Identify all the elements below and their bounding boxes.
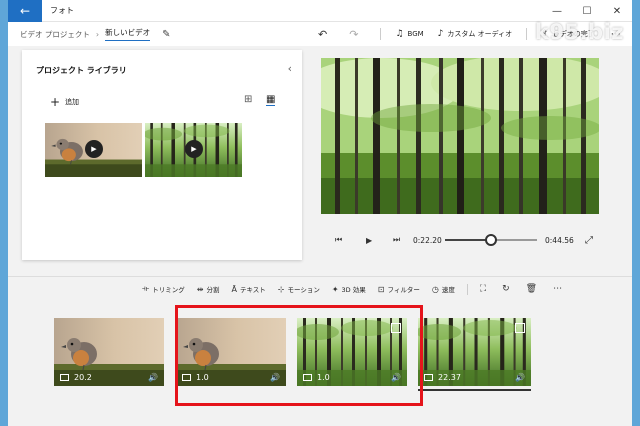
playback-controls: ⏮ ▶ ⏭ 0:22.20 0:44.56 ⤢	[321, 230, 599, 250]
speed-label: 速度	[441, 286, 455, 294]
app-title: フォト	[50, 6, 74, 15]
resize-icon[interactable]: ⛶	[480, 284, 486, 294]
total-time: 0:44.56	[545, 235, 574, 245]
video-preview[interactable]	[321, 58, 599, 214]
play-icon: ▶	[185, 140, 203, 158]
toolbar-divider	[380, 28, 382, 40]
library-title: プロジェクト ライブラリ	[36, 66, 127, 75]
clip-select-checkbox[interactable]	[515, 323, 525, 333]
custom-audio-button[interactable]: ♪ カスタム オーディオ	[438, 29, 513, 39]
maximize-button[interactable]: ☐	[572, 0, 602, 22]
text-icon: Ā	[231, 284, 237, 294]
trim-button[interactable]: ⟛ トリミング	[142, 284, 185, 294]
current-time: 0:22.20	[413, 235, 442, 245]
toolbar-divider	[526, 28, 528, 40]
3d-effects-button[interactable]: ✦ 3D 効果	[331, 284, 366, 295]
seek-thumb[interactable]	[485, 234, 497, 246]
trim-icon: ⟛	[142, 284, 150, 293]
chevron-right-icon: ›	[95, 29, 100, 39]
clip-duration: 22.37	[438, 372, 461, 382]
play-icon: ▶	[85, 140, 103, 158]
music-note-icon: ♫	[395, 29, 404, 39]
clip-duration: 20.2	[74, 372, 92, 382]
photos-app-window: ← フォト — ☐ ✕ ビデオ プロジェクト › 新しいビデオ ✎ ↶ ↷ ♫ …	[8, 0, 632, 426]
filter-icon: ⊡	[377, 284, 385, 294]
split-icon: ⇹	[196, 284, 204, 294]
clip-duration-icon	[424, 373, 433, 381]
clip-selected-underline	[418, 389, 531, 391]
delete-icon[interactable]: 🗑	[526, 284, 537, 294]
storyboard-clip-4[interactable]: 22.37 🔊	[418, 318, 531, 386]
storyboard-toolbar: ⟛ トリミング ⇹ 分割 Ā テキスト ⊹ モーション ✦ 3D 効果 ⊡ フィ…	[142, 282, 578, 296]
library-item-bird[interactable]: ▶	[45, 123, 142, 177]
watermark: k95.biz	[534, 20, 624, 44]
breadcrumb-parent[interactable]: ビデオ プロジェクト	[20, 29, 90, 40]
split-label: 分割	[206, 286, 220, 294]
speed-icon: ◷	[431, 284, 439, 294]
step-back-icon[interactable]: ⏮	[335, 235, 342, 245]
small-grid-view-icon[interactable]: ▦	[266, 94, 276, 106]
storyboard-divider	[8, 276, 632, 277]
close-button[interactable]: ✕	[602, 0, 632, 22]
play-icon[interactable]: ▶	[366, 236, 372, 245]
3d-effects-icon: ✦	[331, 284, 339, 294]
motion-button[interactable]: ⊹ モーション	[277, 284, 320, 295]
fullscreen-icon[interactable]: ⤢	[585, 235, 593, 246]
split-button[interactable]: ⇹ 分割	[196, 284, 220, 295]
filter-label: フィルター	[387, 286, 420, 294]
more-options-icon[interactable]: ⋯	[553, 284, 562, 294]
back-button[interactable]: ←	[8, 0, 42, 22]
custom-audio-label: カスタム オーディオ	[447, 30, 513, 38]
collapse-chevron-icon[interactable]: ‹	[288, 62, 292, 75]
library-item-forest[interactable]: ▶	[145, 123, 242, 177]
window-controls: — ☐ ✕	[542, 0, 632, 22]
breadcrumb-current[interactable]: 新しいビデオ	[105, 27, 151, 41]
bgm-label: BGM	[407, 30, 424, 38]
speaker-icon[interactable]: 🔊	[148, 373, 158, 382]
audio-icon: ♪	[437, 29, 444, 39]
clip-info-bar: 22.37 🔊	[418, 368, 531, 386]
add-label: 追加	[65, 98, 80, 106]
back-arrow-icon: ←	[19, 3, 31, 18]
clip-info-bar: 20.2 🔊	[54, 368, 164, 386]
step-forward-icon[interactable]: ⏭	[393, 235, 400, 245]
large-grid-view-icon[interactable]: ⊞	[244, 94, 252, 105]
text-label: テキスト	[239, 286, 266, 294]
rotate-icon[interactable]: ↻	[502, 284, 510, 294]
filter-button[interactable]: ⊡ フィルター	[377, 284, 420, 295]
3d-effects-label: 3D 効果	[341, 286, 366, 294]
project-library-panel: プロジェクト ライブラリ ‹ + 追加 ⊞ ▦ ▶ ▶	[22, 50, 302, 260]
seek-bar[interactable]	[445, 234, 537, 246]
title-bar: ← フォト — ☐ ✕	[8, 0, 632, 22]
preview-forest-image	[321, 58, 599, 214]
clip-duration-icon	[60, 373, 69, 381]
motion-label: モーション	[287, 286, 320, 294]
storyboard-clip-1[interactable]: 20.2 🔊	[54, 318, 164, 386]
speed-button[interactable]: ◷ 速度	[431, 284, 455, 295]
trim-label: トリミング	[152, 286, 185, 294]
motion-icon: ⊹	[277, 284, 285, 294]
plus-icon: +	[50, 95, 61, 109]
highlight-annotation-box	[175, 305, 423, 406]
minimize-button[interactable]: —	[542, 0, 572, 22]
toolbar-divider	[466, 283, 468, 295]
speaker-icon[interactable]: 🔊	[515, 373, 525, 382]
text-button[interactable]: Ā テキスト	[231, 284, 266, 295]
undo-icon[interactable]: ↶	[318, 28, 327, 41]
redo-icon[interactable]: ↷	[349, 28, 358, 41]
pencil-icon[interactable]: ✎	[162, 29, 170, 40]
bgm-button[interactable]: ♫ BGM	[395, 29, 423, 39]
add-media-button[interactable]: + 追加	[50, 95, 79, 109]
